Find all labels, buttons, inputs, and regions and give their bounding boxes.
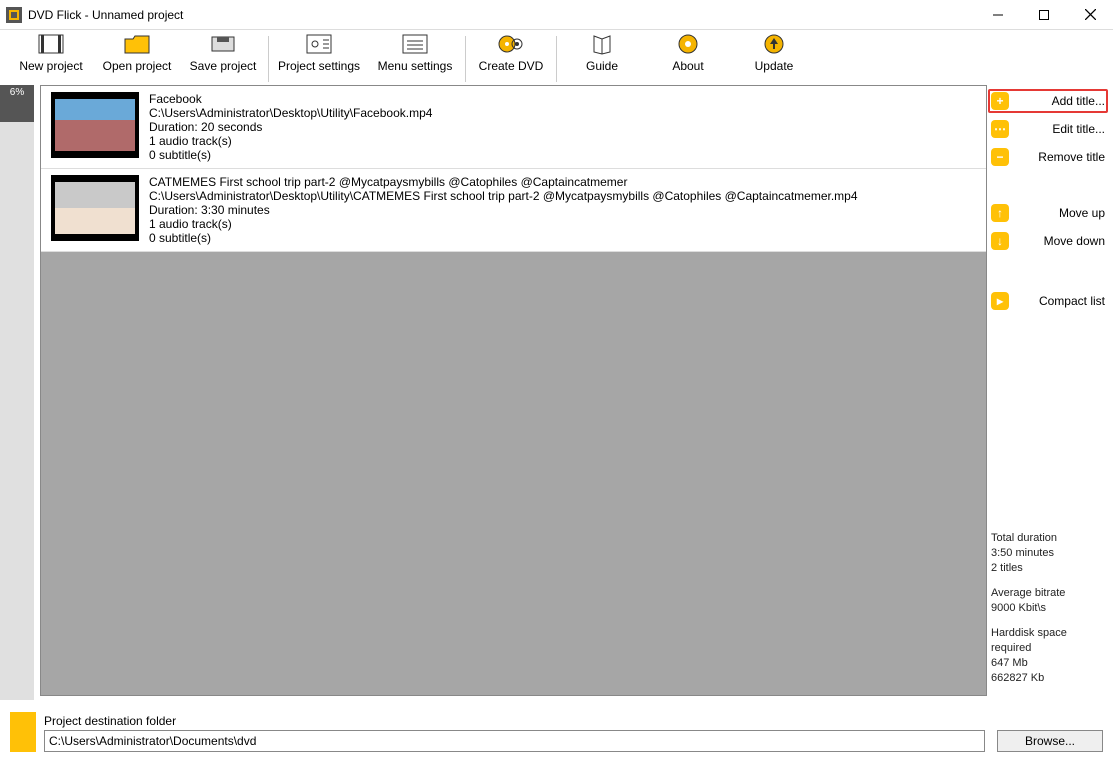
minimize-button[interactable] — [975, 0, 1021, 30]
move-down-button[interactable]: ↓ Move down — [991, 229, 1105, 253]
progress-stub — [10, 712, 36, 752]
update-button[interactable]: Update — [731, 33, 817, 85]
space-mb: 647 Mb — [991, 656, 1105, 671]
open-project-button[interactable]: Open project — [94, 33, 180, 85]
title-duration: Duration: 20 seconds — [149, 120, 432, 134]
toolbar-separator — [268, 36, 269, 82]
titles-list[interactable]: Facebook C:\Users\Administrator\Desktop\… — [40, 85, 987, 696]
browse-button[interactable]: Browse... — [997, 730, 1103, 752]
bitrate-value: 9000 Kbit\s — [991, 601, 1105, 616]
add-title-button[interactable]: + Add title... — [988, 89, 1108, 113]
titles-count: 2 titles — [991, 561, 1105, 576]
stats-block: Total duration 3:50 minutes 2 titles Ave… — [991, 531, 1105, 696]
usage-percent: 6% — [0, 85, 34, 122]
compact-list-button[interactable]: ▸ Compact list — [991, 289, 1105, 313]
title-path: C:\Users\Administrator\Desktop\Utility\F… — [149, 106, 432, 120]
title-thumbnail — [51, 175, 139, 241]
side-panel: + Add title... ⋯ Edit title... − Remove … — [991, 85, 1113, 700]
toolbar-separator — [556, 36, 557, 82]
update-icon — [759, 33, 789, 55]
arrow-down-icon: ↓ — [991, 232, 1009, 250]
new-project-button[interactable]: New project — [8, 33, 94, 85]
toolbar: New project Open project Save project Pr… — [0, 30, 1113, 85]
title-row[interactable]: CATMEMES First school trip part-2 @Mycat… — [41, 169, 986, 252]
title-row[interactable]: Facebook C:\Users\Administrator\Desktop\… — [41, 86, 986, 169]
close-button[interactable] — [1067, 0, 1113, 30]
remove-title-button[interactable]: − Remove title — [991, 145, 1105, 169]
edit-title-button[interactable]: ⋯ Edit title... — [991, 117, 1105, 141]
plus-icon: + — [991, 92, 1009, 110]
compact-icon: ▸ — [991, 292, 1009, 310]
bitrate-label: Average bitrate — [991, 586, 1105, 601]
save-icon — [208, 33, 238, 55]
create-dvd-button[interactable]: Create DVD — [468, 33, 554, 85]
title-audio: 1 audio track(s) — [149, 217, 858, 231]
guide-button[interactable]: Guide — [559, 33, 645, 85]
window-title: DVD Flick - Unnamed project — [28, 8, 975, 22]
open-folder-icon — [122, 33, 152, 55]
menu-settings-button[interactable]: Menu settings — [367, 33, 463, 85]
destination-input[interactable] — [44, 730, 985, 752]
about-icon — [673, 33, 703, 55]
project-settings-button[interactable]: Project settings — [271, 33, 367, 85]
title-thumbnail — [51, 92, 139, 158]
save-project-button[interactable]: Save project — [180, 33, 266, 85]
title-audio: 1 audio track(s) — [149, 134, 432, 148]
total-duration-label: Total duration — [991, 531, 1105, 546]
guide-icon — [587, 33, 617, 55]
move-up-button[interactable]: ↑ Move up — [991, 201, 1105, 225]
usage-meter: 6% — [0, 85, 34, 700]
arrow-up-icon: ↑ — [991, 204, 1009, 222]
menu-settings-icon — [400, 33, 430, 55]
app-icon — [6, 7, 22, 23]
maximize-button[interactable] — [1021, 0, 1067, 30]
about-button[interactable]: About — [645, 33, 731, 85]
title-path: C:\Users\Administrator\Desktop\Utility\C… — [149, 189, 858, 203]
project-settings-icon — [304, 33, 334, 55]
new-project-icon — [36, 33, 66, 55]
title-duration: Duration: 3:30 minutes — [149, 203, 858, 217]
space-label: Harddisk space required — [991, 626, 1105, 656]
destination-label: Project destination folder — [44, 714, 985, 728]
toolbar-separator — [465, 36, 466, 82]
total-duration-value: 3:50 minutes — [991, 546, 1105, 561]
title-subtitles: 0 subtitle(s) — [149, 148, 432, 162]
minus-icon: − — [991, 148, 1009, 166]
create-dvd-icon — [496, 33, 526, 55]
ellipsis-icon: ⋯ — [991, 120, 1009, 138]
title-bar: DVD Flick - Unnamed project — [0, 0, 1113, 30]
space-kb: 662827 Kb — [991, 671, 1105, 686]
title-name: CATMEMES First school trip part-2 @Mycat… — [149, 175, 858, 189]
title-subtitles: 0 subtitle(s) — [149, 231, 858, 245]
title-name: Facebook — [149, 92, 432, 106]
